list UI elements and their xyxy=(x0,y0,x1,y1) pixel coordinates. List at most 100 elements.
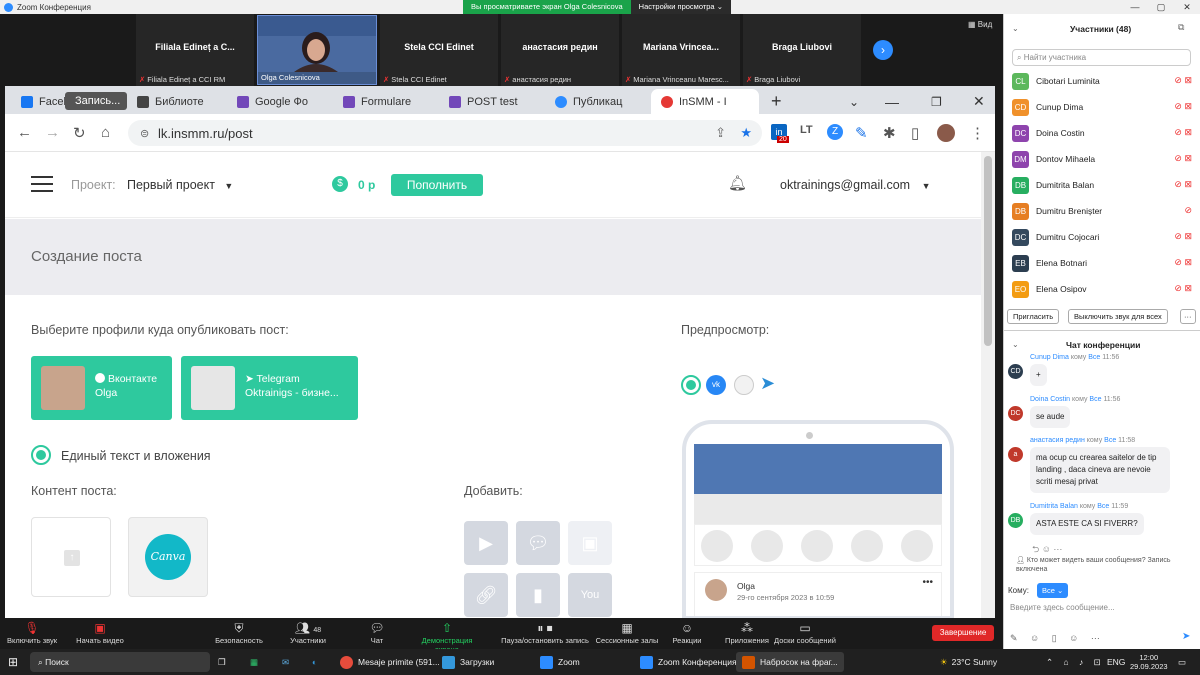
chat-toolbar-icons[interactable]: ✎ ☺ ▯ ☺ ⋯ xyxy=(1010,633,1105,644)
recording-indicator[interactable]: Запись... xyxy=(65,92,127,110)
preview-radio-vk[interactable] xyxy=(681,375,701,395)
participant-row[interactable]: DB Dumitru Brenișter ⊘ xyxy=(1012,200,1192,222)
profile-avatar[interactable] xyxy=(937,124,955,142)
profile-card-telegram[interactable]: ➤ Telegram Oktrainigs - бизне... xyxy=(181,356,358,420)
participant-row[interactable]: EB Elena Botnari ⊘ ⊠ xyxy=(1012,252,1192,274)
mute-all-button[interactable]: Выключить звук для всех xyxy=(1068,309,1168,324)
add-poll-icon[interactable]: ▮ xyxy=(516,573,560,617)
invite-button[interactable]: Пригласить xyxy=(1007,309,1060,324)
add-comment-icon[interactable]: 💬︎ xyxy=(516,521,560,565)
new-tab-icon[interactable]: + xyxy=(767,89,787,114)
maximize-icon[interactable]: ▢ xyxy=(1148,0,1174,14)
add-image-icon[interactable]: ▣ xyxy=(568,521,612,565)
video-tile[interactable]: Filiala Edineț a C... ✗ Filiala Edineț a … xyxy=(136,14,254,86)
feather-extension-icon[interactable]: ✎ xyxy=(855,124,868,142)
edge-icon[interactable]: ◐ xyxy=(312,652,317,672)
send-icon[interactable]: ➤ xyxy=(1182,631,1190,642)
page-scrollbar[interactable] xyxy=(981,152,995,618)
active-speaker-tile[interactable]: Olga Colesnicova xyxy=(257,15,377,85)
bookmark-star-icon[interactable]: ★ xyxy=(740,125,752,141)
taskbar-app[interactable]: Zoom Конференция xyxy=(640,652,737,672)
taskbar-app[interactable]: Mesaje primite (591... xyxy=(340,652,440,672)
forward-icon[interactable]: → xyxy=(45,124,60,141)
record-button[interactable]: ⏸ ⏹ Пауза/остановить запись xyxy=(500,621,590,645)
unmute-button[interactable]: 🎙︎ Включить звук xyxy=(0,621,67,645)
add-link-icon[interactable]: 🔗︎ xyxy=(464,573,508,617)
next-page-arrow-icon[interactable]: › xyxy=(873,40,893,60)
post-menu-icon[interactable]: ••• xyxy=(922,577,933,588)
view-settings-button[interactable]: Настройки просмотра ⌄ xyxy=(630,0,731,14)
taskbar-search-field[interactable]: ⌕ Поиск xyxy=(30,652,210,672)
participant-row[interactable]: EO Elena Osipov ⊘ ⊠ xyxy=(1012,278,1192,300)
restore-icon[interactable]: ❐ xyxy=(921,89,947,114)
browser-tab[interactable]: Formulare xyxy=(333,89,437,114)
taskbar-app[interactable]: Zoom xyxy=(540,652,580,672)
reload-icon[interactable]: ↻ xyxy=(73,124,86,142)
browser-tab[interactable]: Публикац xyxy=(545,89,649,114)
participant-row[interactable]: DC Dumitru Cojocari ⊘ ⊠ xyxy=(1012,226,1192,248)
participant-row[interactable]: CD Cunup Dima ⊘ ⊠ xyxy=(1012,96,1192,118)
topup-button[interactable]: Пополнить xyxy=(391,174,483,196)
recipient-select[interactable]: Все ⌄ xyxy=(1037,583,1069,598)
video-tile[interactable]: Stela CCI Edinet ✗ Stela CCI Edinet xyxy=(380,14,498,86)
participant-row[interactable]: DC Doina Costin ⊘ ⊠ xyxy=(1012,122,1192,144)
whiteboards-button[interactable]: ▭ Доски сообщений xyxy=(770,621,840,645)
view-button[interactable]: ▦ Вид xyxy=(968,20,992,29)
project-select[interactable]: Первый проект ▼ xyxy=(127,178,233,192)
minimize-icon[interactable]: — xyxy=(875,89,901,114)
single-text-radio[interactable] xyxy=(31,445,51,465)
chat-input[interactable]: Введите здесь сообщение... xyxy=(1010,603,1115,612)
video-tile[interactable]: Mariana Vrinceа... ✗ Mariana Vrinceanu Ma… xyxy=(622,14,740,86)
close-icon[interactable]: ✕ xyxy=(1174,0,1200,14)
participant-row[interactable]: CL Cibotari Luminita ⊘ ⊠ xyxy=(1012,70,1192,92)
collapse-icon[interactable]: ⌄ xyxy=(1012,340,1019,349)
browser-tab-active[interactable]: InSMM - I xyxy=(651,89,759,114)
windows-start-icon[interactable]: ⊞ xyxy=(8,652,18,672)
video-tile[interactable]: Braga Liubovi ✗ Braga Liubovi xyxy=(743,14,861,86)
system-tray-icons[interactable]: ⌃ ⌂ ♪ ⊡ xyxy=(1046,652,1105,672)
site-info-icon[interactable]: ⊜ xyxy=(140,127,149,140)
store-icon[interactable]: ▦ xyxy=(250,652,258,672)
chat-button[interactable]: 💬︎ Чат xyxy=(342,621,412,645)
canva-button[interactable]: Canva xyxy=(128,517,208,597)
participants-button[interactable]: 👥︎ 48 Участники xyxy=(273,621,343,645)
hamburger-menu-icon[interactable] xyxy=(31,176,53,192)
chat-notice[interactable]: 👤︎ Кто может видеть ваши сообщения? Запи… xyxy=(1016,556,1191,574)
home-icon[interactable]: ⌂ xyxy=(101,124,110,141)
tab-search-icon[interactable]: ⌄ xyxy=(845,89,865,114)
add-youtube-icon[interactable]: You xyxy=(568,573,612,617)
extensions-puzzle-icon[interactable]: ✱ xyxy=(883,124,896,142)
zoom-extension-icon[interactable]: Z xyxy=(827,124,843,140)
task-view-icon[interactable]: ❐ xyxy=(218,652,226,672)
browser-tab[interactable]: Google Фо xyxy=(227,89,331,114)
taskbar-app[interactable]: Загрузки xyxy=(442,652,494,672)
browser-tab[interactable]: POST test xyxy=(439,89,543,114)
collapse-icon[interactable]: ⌄ xyxy=(1012,24,1019,33)
lt-extension-icon[interactable]: LT xyxy=(800,124,813,136)
taskbar-app-active[interactable]: Набросок на фраг... xyxy=(736,652,844,672)
menu-dots-icon[interactable]: ⋮ xyxy=(970,124,985,142)
minimize-icon[interactable]: — xyxy=(1122,0,1148,14)
url-field[interactable]: ⊜ lk.insmm.ru/post ⇪ ★ xyxy=(128,120,762,146)
start-video-button[interactable]: ▣ Начать видео xyxy=(65,621,135,645)
security-button[interactable]: ⛨ Безопасность xyxy=(204,621,274,645)
end-meeting-button[interactable]: Завершение xyxy=(932,625,994,641)
mail-icon[interactable]: ✉ xyxy=(282,652,289,672)
profile-card-vk[interactable]: Вконтакте Olga xyxy=(31,356,172,420)
upload-dropzone[interactable]: ↑ xyxy=(31,517,111,597)
participant-search-input[interactable]: ⌕ Найти участника xyxy=(1012,49,1191,66)
participant-row[interactable]: DM Dontov Mihaela ⊘ ⊠ xyxy=(1012,148,1192,170)
more-options-icon[interactable]: ··· xyxy=(1180,309,1196,324)
video-tile[interactable]: анастасия редин ✗ анастасия редин xyxy=(501,14,619,86)
weather-widget[interactable]: ☀ 23°C Sunny xyxy=(940,652,997,672)
language-indicator[interactable]: ENG xyxy=(1107,652,1125,672)
popout-icon[interactable]: ⧉ xyxy=(1178,22,1184,33)
account-menu[interactable]: oktrainings@gmail.com ▼ xyxy=(780,178,931,192)
share-icon[interactable]: ⇪ xyxy=(715,125,726,141)
sidebar-icon[interactable]: ▯ xyxy=(911,124,919,142)
notification-icon[interactable]: ▭ xyxy=(1178,652,1186,672)
back-icon[interactable]: ← xyxy=(17,124,32,141)
clock[interactable]: 12:00 29.09.2023 xyxy=(1130,653,1168,673)
participant-row[interactable]: DB Dumitrita Balan ⊘ ⊠ xyxy=(1012,174,1192,196)
notification-bell-icon[interactable]: 🔔︎ xyxy=(728,174,747,192)
